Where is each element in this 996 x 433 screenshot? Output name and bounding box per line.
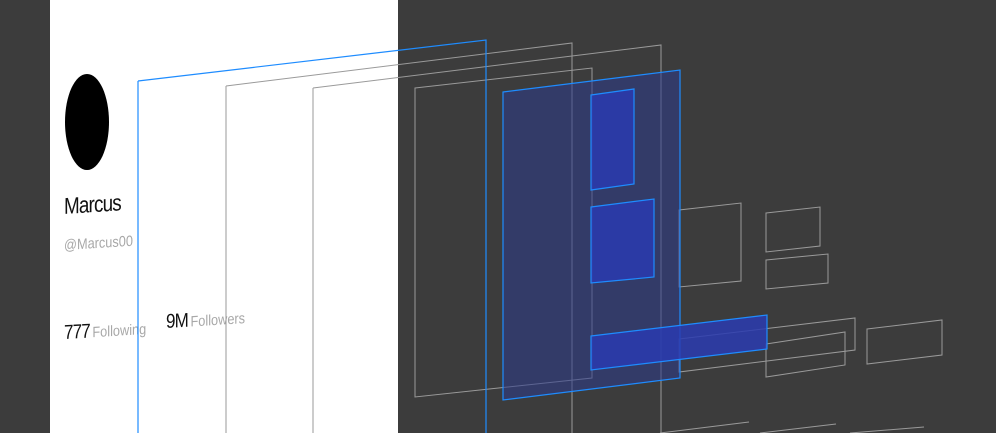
- layer-box[interactable]: [765, 331, 846, 378]
- layer-edge[interactable]: [759, 423, 837, 433]
- layer-box[interactable]: [765, 206, 821, 253]
- layer-edge[interactable]: [849, 426, 925, 433]
- view-hierarchy-3d[interactable]: [0, 0, 996, 433]
- layer-box[interactable]: [678, 202, 742, 288]
- layer-box[interactable]: [765, 253, 829, 290]
- selected-element[interactable]: [590, 88, 635, 191]
- layer-box[interactable]: [866, 319, 943, 365]
- selected-frame-outline[interactable]: [137, 39, 487, 433]
- selected-element[interactable]: [590, 198, 655, 284]
- layer-edge[interactable]: [659, 421, 750, 433]
